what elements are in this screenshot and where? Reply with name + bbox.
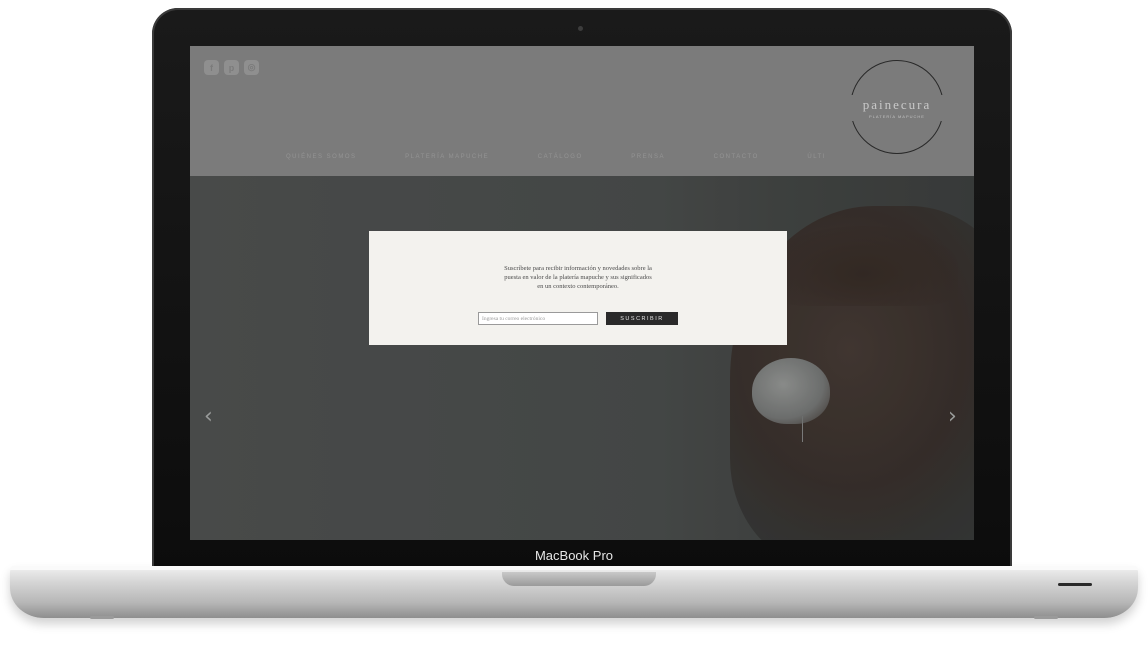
subscribe-modal: Suscríbete para recibir información y no…	[369, 231, 787, 345]
lid-notch	[502, 572, 656, 586]
slider-prev-icon[interactable]: ‹	[204, 406, 213, 428]
subscribe-button[interactable]: SUSCRIBIR	[606, 312, 678, 325]
subscribe-message: Suscríbete para recibir información y no…	[504, 265, 652, 290]
disc-slot	[1058, 583, 1092, 586]
camera-icon	[578, 26, 583, 31]
slider-next-icon[interactable]: ›	[948, 406, 957, 428]
device-label: MacBook Pro	[534, 548, 614, 563]
email-input[interactable]	[478, 312, 598, 325]
browser-screen: f p ◎ painecura PLATERÍA MAPUCHE QUIÉNES…	[190, 46, 974, 540]
